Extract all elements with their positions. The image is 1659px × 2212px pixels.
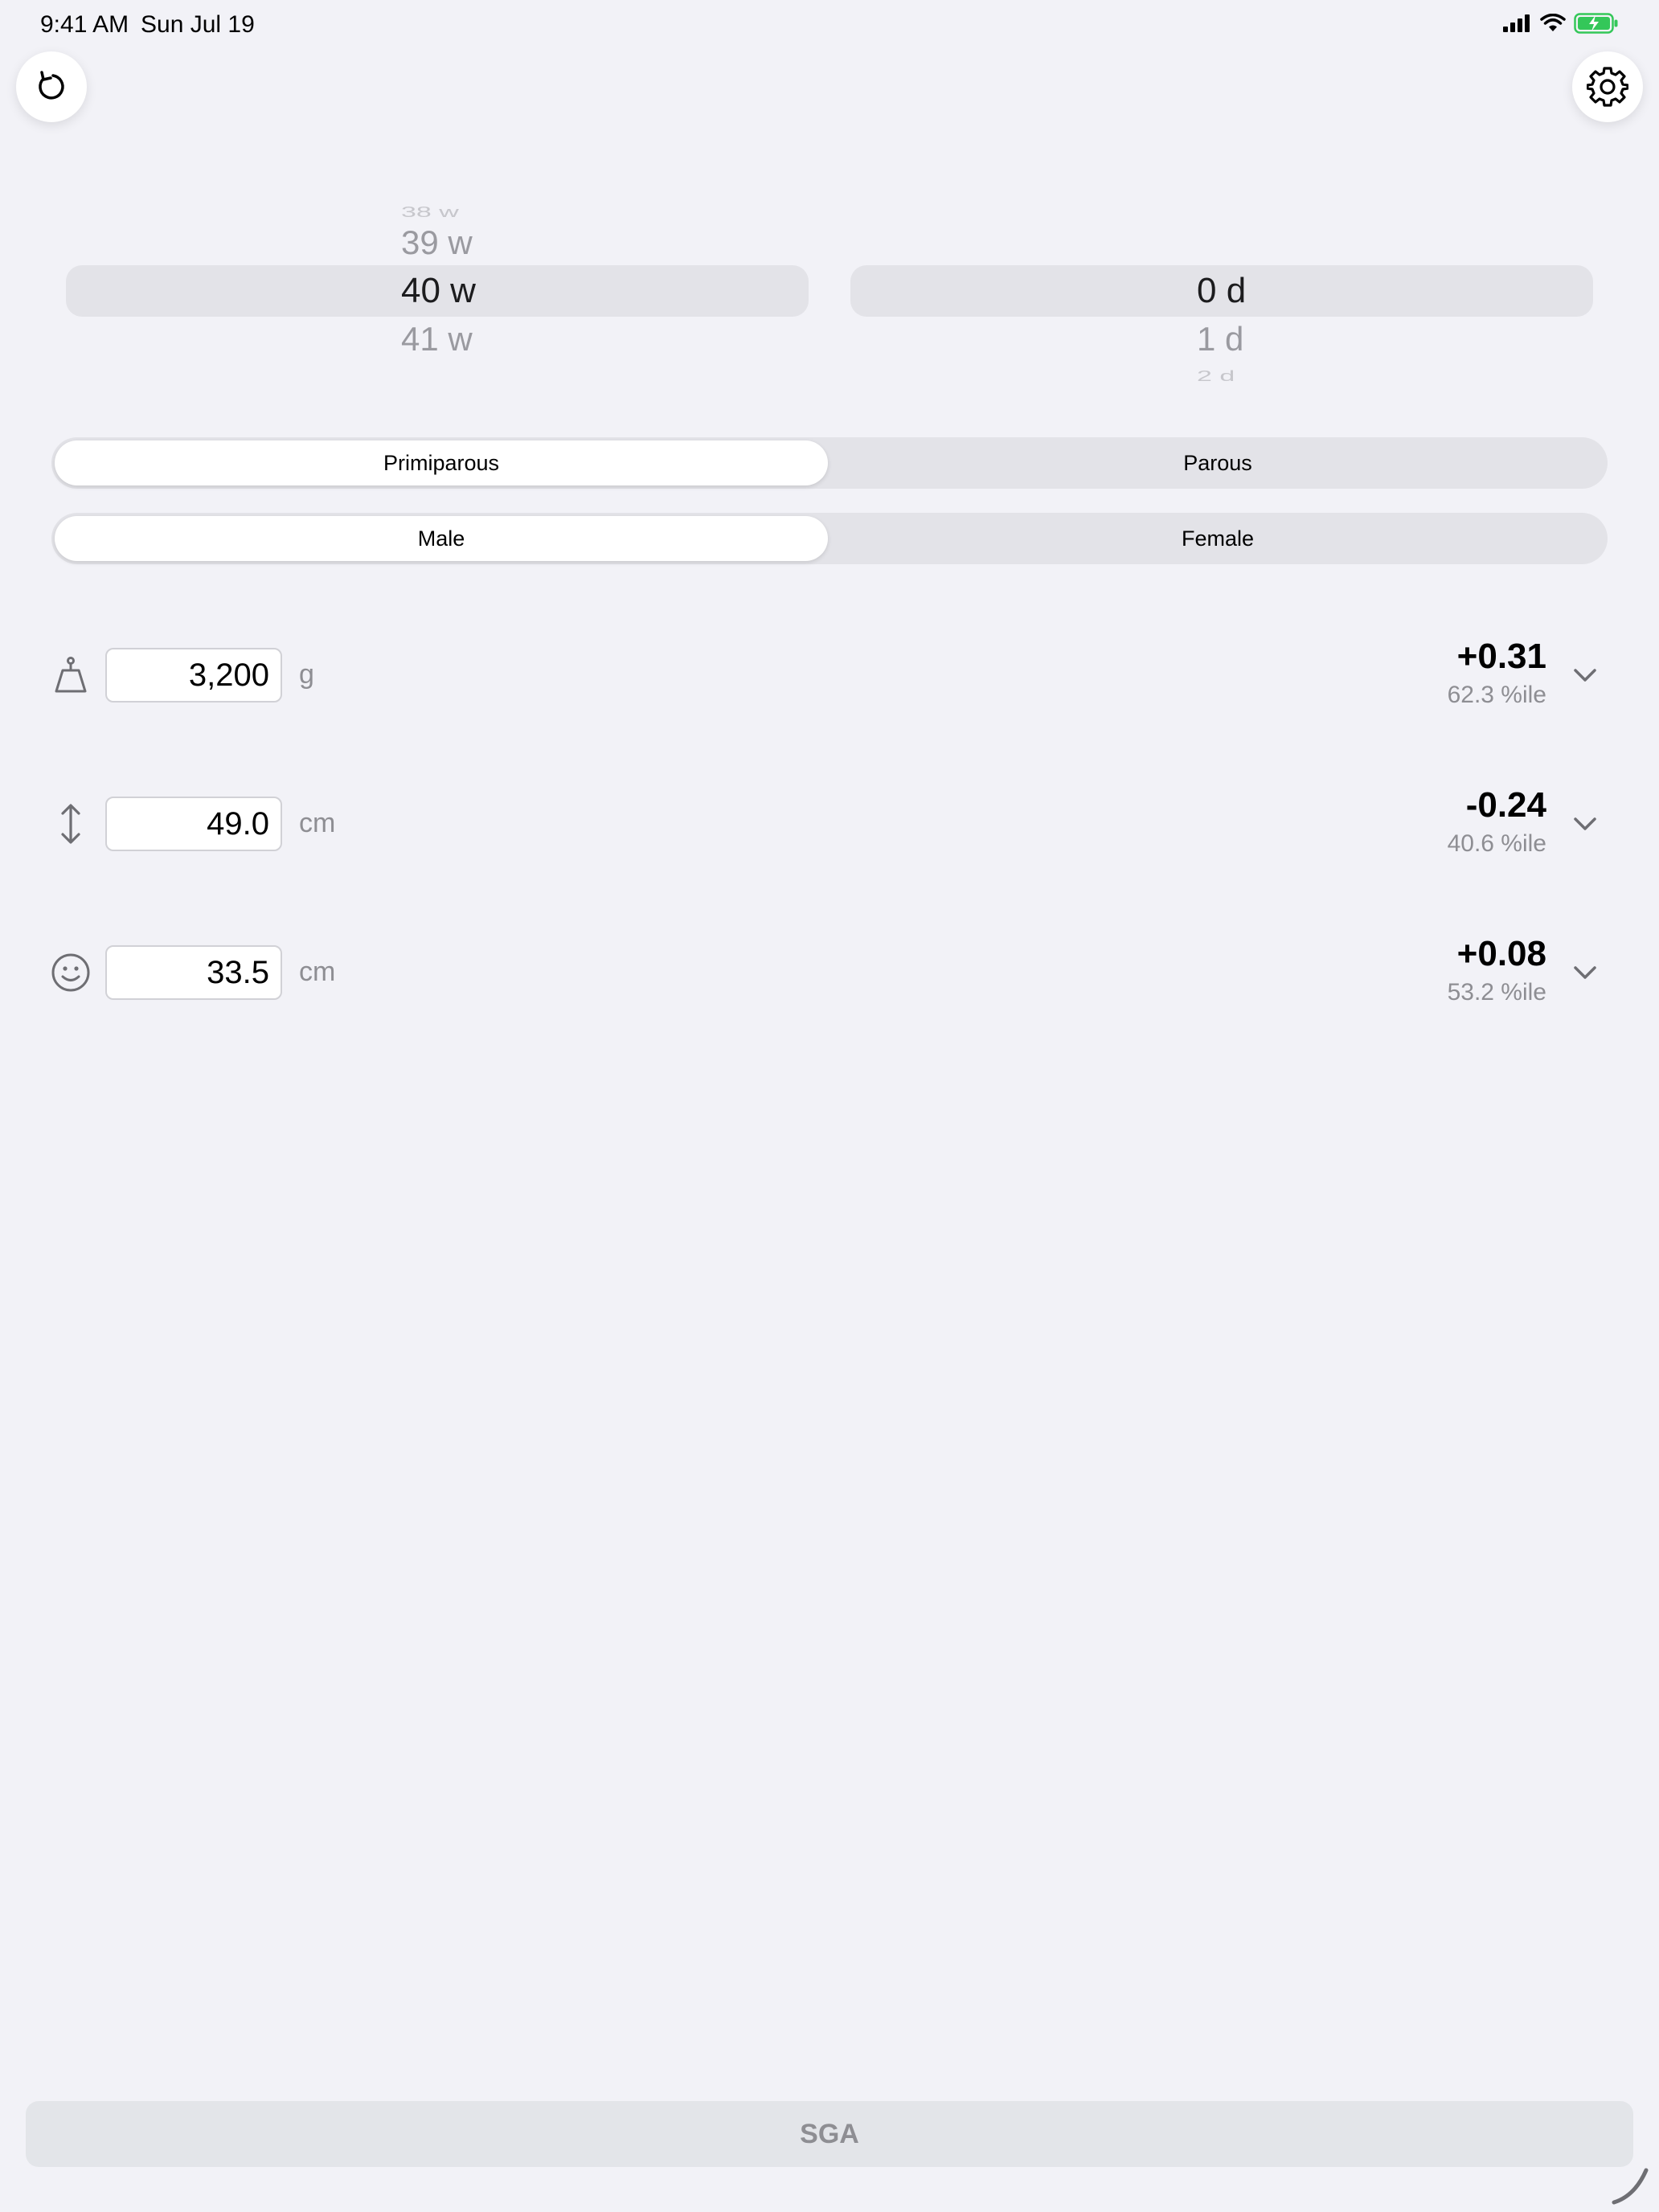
picker-week-option[interactable]: 39 w: [66, 219, 809, 267]
status-date: Sun Jul 19: [141, 11, 255, 38]
sex-option-female[interactable]: Female: [831, 516, 1604, 561]
parity-option-parous[interactable]: Parous: [831, 440, 1604, 485]
wifi-icon: [1540, 14, 1566, 31]
weight-percentile: 62.3 %ile: [1447, 682, 1546, 708]
weight-icon: [48, 653, 93, 698]
length-zscore: -0.24: [1465, 785, 1546, 825]
weight-row: g +0.31 62.3 %ile: [0, 627, 1659, 723]
weight-input[interactable]: [105, 648, 282, 703]
weight-zscore: +0.31: [1456, 637, 1546, 676]
parity-option-primiparous[interactable]: Primiparous: [55, 440, 828, 485]
picker-day-option[interactable]: 2 d: [850, 363, 1593, 390]
status-time: 9:41 AM: [40, 11, 129, 38]
picker-day-selected[interactable]: 0 d: [850, 267, 1593, 315]
head-circumference-unit: cm: [299, 956, 336, 987]
sex-option-male[interactable]: Male: [55, 516, 828, 561]
reset-button[interactable]: [16, 51, 87, 122]
cellular-signal-icon: [1503, 14, 1530, 32]
sex-segmented-control[interactable]: Male Female: [51, 513, 1608, 564]
weeks-picker[interactable]: 38 w 39 w 40 w 41 w: [66, 185, 809, 394]
head-circumference-input[interactable]: [105, 945, 282, 1000]
battery-charging-icon: [1574, 13, 1618, 34]
head-circumference-row: cm +0.08 53.2 %ile: [0, 924, 1659, 1021]
sga-result-button[interactable]: SGA: [26, 2101, 1633, 2167]
head-circumference-zscore: +0.08: [1456, 934, 1546, 973]
length-row: cm -0.24 40.6 %ile: [0, 776, 1659, 872]
pencil-stroke-icon: [1612, 2168, 1649, 2205]
parity-segmented-control[interactable]: Primiparous Parous: [51, 437, 1608, 489]
length-chevron-down-icon[interactable]: [1569, 808, 1601, 840]
weight-unit: g: [299, 659, 314, 690]
length-icon: [48, 801, 93, 846]
reset-icon: [39, 71, 64, 100]
face-icon: [48, 950, 93, 995]
picker-day-option[interactable]: 1 d: [850, 315, 1593, 363]
length-input[interactable]: [105, 797, 282, 851]
status-bar: 9:41 AM Sun Jul 19: [0, 0, 1659, 51]
picker-week-option[interactable]: 41 w: [66, 315, 809, 363]
length-percentile: 40.6 %ile: [1447, 830, 1546, 857]
head-circumference-chevron-down-icon[interactable]: [1569, 956, 1601, 989]
length-unit: cm: [299, 808, 336, 838]
weight-chevron-down-icon[interactable]: [1569, 659, 1601, 691]
settings-button[interactable]: [1572, 51, 1643, 122]
gear-icon: [1587, 67, 1628, 107]
picker-week-selected[interactable]: 40 w: [66, 267, 809, 315]
days-picker[interactable]: 0 d 1 d 2 d: [850, 185, 1593, 394]
head-circumference-percentile: 53.2 %ile: [1447, 979, 1546, 1006]
status-icons: [1503, 13, 1619, 34]
